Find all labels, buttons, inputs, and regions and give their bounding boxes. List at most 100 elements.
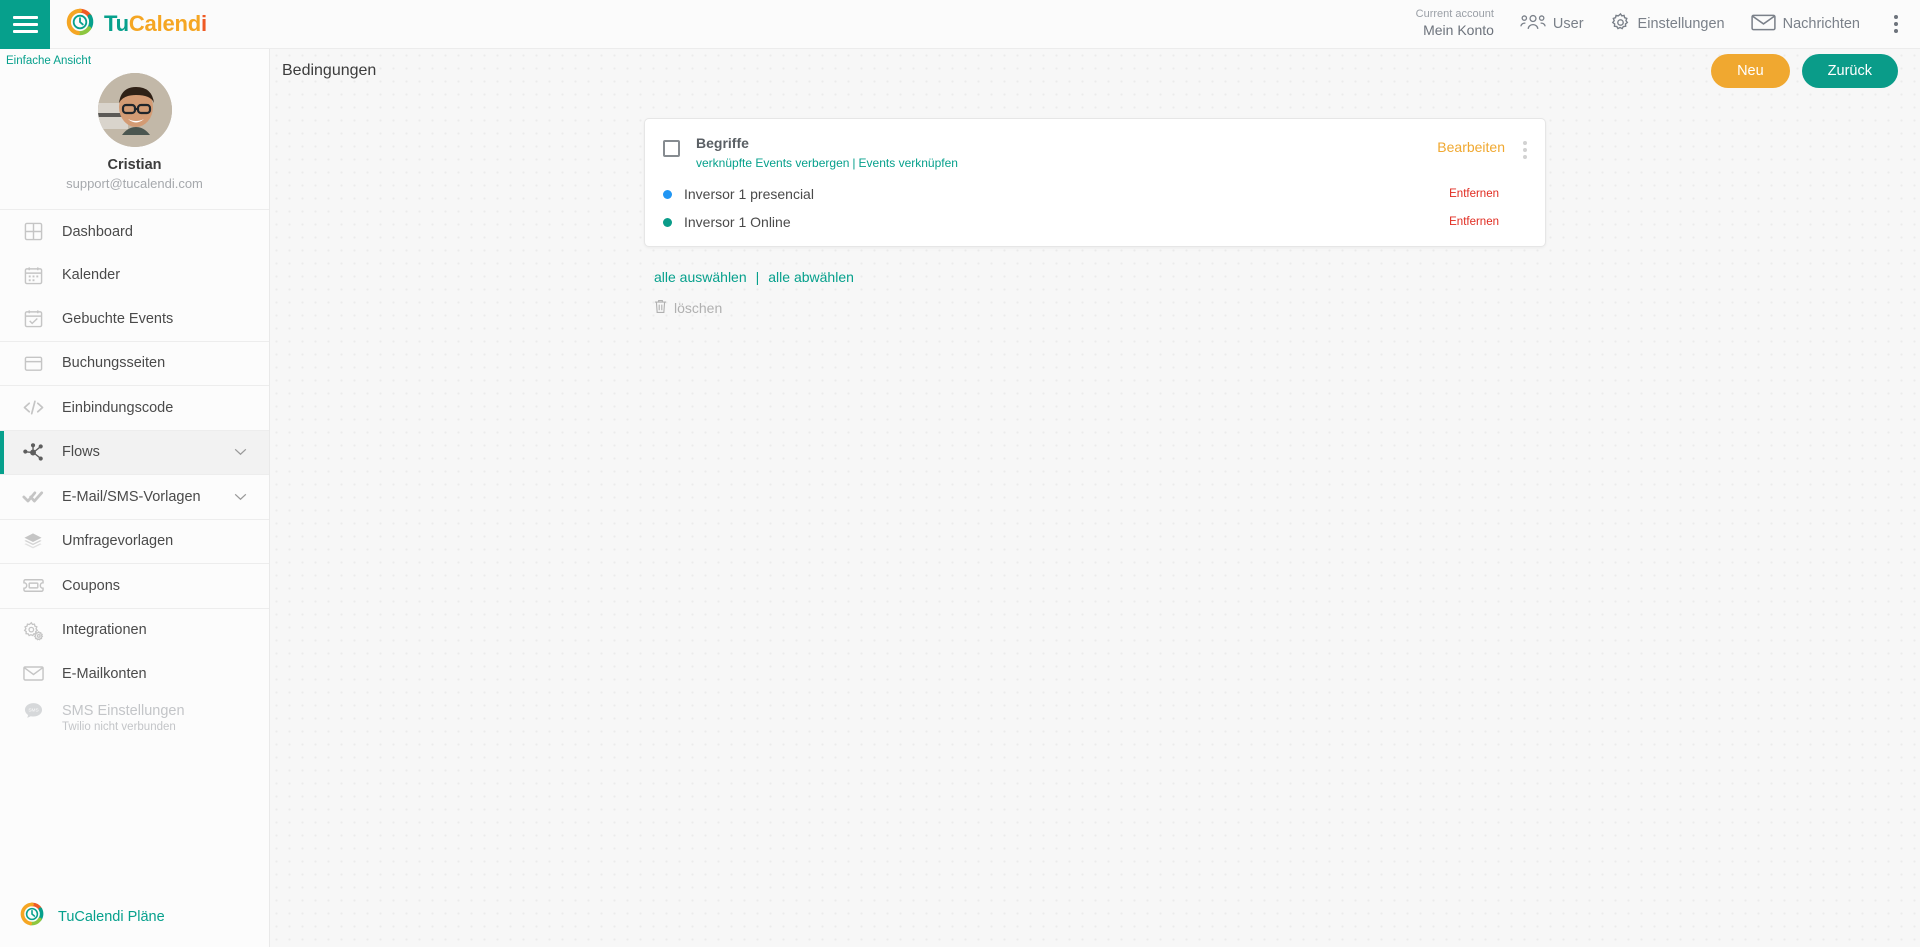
sidebar-item-label: Kalender	[62, 267, 120, 283]
topbar-right-group: Current account Mein Konto User	[1416, 8, 1920, 39]
tucalendi-plans-label: TuCalendi Pläne	[58, 909, 165, 925]
topbar-item-einstellungen[interactable]: Einstellungen	[1610, 12, 1725, 37]
tucalendi-logo-icon	[20, 902, 44, 931]
chevron-down-icon[interactable]	[234, 489, 247, 505]
sidebar-item-label: E-Mailkonten	[62, 666, 147, 682]
trash-icon	[654, 299, 667, 317]
page-title: Bedingungen	[282, 62, 376, 80]
simple-view-link[interactable]: Einfache Ansicht	[0, 49, 269, 67]
card-bottom-spacer	[645, 236, 1545, 246]
sidebar: Einfache Ansicht Cristian support@tucale…	[0, 49, 270, 947]
link-events-link[interactable]: Events verknüpfen	[859, 156, 958, 170]
selection-separator: |	[756, 269, 760, 285]
sms-row-main: SMS SMS Einstellungen	[18, 701, 185, 720]
brand-part-3: i	[201, 11, 207, 36]
sidebar-item-label: Einbindungscode	[62, 400, 173, 416]
brand-part-2: Calend	[129, 11, 201, 36]
tucalendi-logo-icon	[66, 8, 94, 41]
sidebar-profile: Cristian support@tucalendi.com	[0, 67, 269, 210]
sidebar-item-label: Dashboard	[62, 224, 133, 240]
back-button[interactable]: Zurück	[1802, 54, 1898, 88]
hamburger-icon-line	[13, 16, 38, 19]
profile-name: Cristian	[0, 157, 269, 173]
selection-links: alle auswählen | alle abwählen	[644, 269, 1546, 285]
kebab-vertical-icon-dot	[1523, 141, 1527, 145]
window-icon	[18, 354, 48, 373]
condition-card: Begriffe verknüpfte Events verbergen| Eve…	[644, 118, 1546, 247]
sidebar-item-kalender[interactable]: Kalender	[0, 254, 269, 298]
sidebar-item-label: Gebuchte Events	[62, 311, 173, 327]
gears-icon	[18, 620, 48, 641]
remove-link[interactable]: Entfernen	[1449, 216, 1499, 228]
status-dot	[663, 218, 672, 227]
brand-logo[interactable]: TuCalendi	[66, 8, 207, 41]
list-item-label: Inversor 1 Online	[684, 214, 791, 230]
sidebar-item-flows[interactable]: Flows	[0, 431, 269, 475]
topbar-item-user-label: User	[1553, 16, 1584, 32]
kebab-vertical-icon-dot	[1894, 15, 1898, 19]
gear-icon	[1610, 12, 1631, 37]
remove-link[interactable]: Entfernen	[1449, 188, 1499, 200]
sidebar-item-e-mailkonten[interactable]: E-Mailkonten	[0, 652, 269, 696]
kebab-vertical-icon-dot	[1523, 155, 1527, 159]
list-item[interactable]: Inversor 1 Online Entfernen	[645, 208, 1545, 236]
card-links: verknüpfte Events verbergen| Events verkn…	[696, 156, 1437, 170]
sidebar-item-sms-einstellungen[interactable]: SMS SMS Einstellungen Twilio nicht verbu…	[0, 696, 269, 740]
brand-text: TuCalendi	[104, 11, 207, 37]
delete-button[interactable]: löschen	[644, 299, 1546, 317]
sidebar-item-dashboard[interactable]: Dashboard	[0, 210, 269, 254]
card-title: Begriffe	[696, 135, 1437, 151]
sidebar-item-label: Flows	[62, 444, 100, 460]
sidebar-item-label: Umfragevorlagen	[62, 533, 173, 549]
content-area: Begriffe verknüpfte Events verbergen|Eve…	[270, 92, 1920, 317]
topbar-item-einstellungen-label: Einstellungen	[1638, 16, 1725, 32]
top-bar: TuCalendi Current account Mein Konto Use…	[0, 0, 1920, 49]
link-separator: |	[852, 156, 855, 170]
tucalendi-plans-link[interactable]: TuCalendi Pläne	[0, 902, 269, 931]
topbar-item-user[interactable]: User	[1520, 13, 1584, 35]
sidebar-nav: Dashboard Kalender	[0, 210, 269, 739]
chevron-down-icon[interactable]	[234, 444, 247, 460]
kebab-vertical-icon-dot	[1894, 29, 1898, 33]
current-account-value: Mein Konto	[1416, 22, 1494, 40]
topbar-overflow-menu-button[interactable]	[1886, 11, 1906, 37]
avatar[interactable]	[98, 73, 172, 147]
topbar-item-nachrichten-label: Nachrichten	[1783, 16, 1860, 32]
sidebar-item-coupons[interactable]: Coupons	[0, 564, 269, 608]
card-select-checkbox[interactable]	[663, 140, 680, 157]
sidebar-item-gebuchte-events[interactable]: Gebuchte Events	[0, 297, 269, 341]
list-item[interactable]: Inversor 1 presencial Entfernen	[645, 180, 1545, 208]
current-account[interactable]: Current account Mein Konto	[1416, 8, 1494, 39]
sidebar-item-einbindungscode[interactable]: Einbindungscode	[0, 386, 269, 430]
sidebar-item-email-sms-vorlagen[interactable]: E-Mail/SMS-Vorlagen	[0, 475, 269, 519]
layers-icon	[18, 532, 48, 551]
sidebar-item-buchungsseiten[interactable]: Buchungsseiten	[0, 342, 269, 386]
page-header: Bedingungen Neu Zurück	[270, 49, 1920, 92]
sidebar-item-sublabel: Twilio nicht verbunden	[62, 721, 176, 733]
delete-label: löschen	[674, 300, 722, 316]
ticket-icon	[18, 577, 48, 594]
kebab-vertical-icon-dot	[1523, 148, 1527, 152]
calendar-check-icon	[18, 309, 48, 328]
card-header: Begriffe verknüpfte Events verbergen| Eve…	[645, 119, 1545, 180]
sidebar-item-label: SMS Einstellungen	[62, 703, 185, 719]
sidebar-item-label: E-Mail/SMS-Vorlagen	[62, 489, 201, 505]
select-all-link[interactable]: alle auswählen	[654, 269, 747, 285]
hamburger-menu-button[interactable]	[0, 0, 50, 49]
envelope-icon	[18, 665, 48, 682]
edit-button[interactable]: Bearbeiten	[1437, 139, 1505, 155]
deselect-all-link[interactable]: alle abwählen	[768, 269, 854, 285]
hide-linked-events-link[interactable]: verknüpfte Events verbergen	[696, 156, 849, 170]
card-overflow-menu-button[interactable]	[1523, 141, 1527, 159]
profile-email: support@tucalendi.com	[0, 176, 269, 191]
sidebar-item-integrationen[interactable]: Integrationen	[0, 609, 269, 653]
sidebar-item-umfragevorlagen[interactable]: Umfragevorlagen	[0, 520, 269, 564]
brand-part-1: Tu	[104, 11, 129, 36]
new-button[interactable]: Neu	[1711, 54, 1790, 88]
kebab-vertical-icon-dot	[1894, 22, 1898, 26]
page-action-buttons: Neu Zurück	[1711, 54, 1898, 88]
code-icon	[18, 398, 48, 417]
status-dot	[663, 190, 672, 199]
topbar-item-nachrichten[interactable]: Nachrichten	[1751, 13, 1860, 36]
svg-text:SMS: SMS	[28, 708, 38, 714]
